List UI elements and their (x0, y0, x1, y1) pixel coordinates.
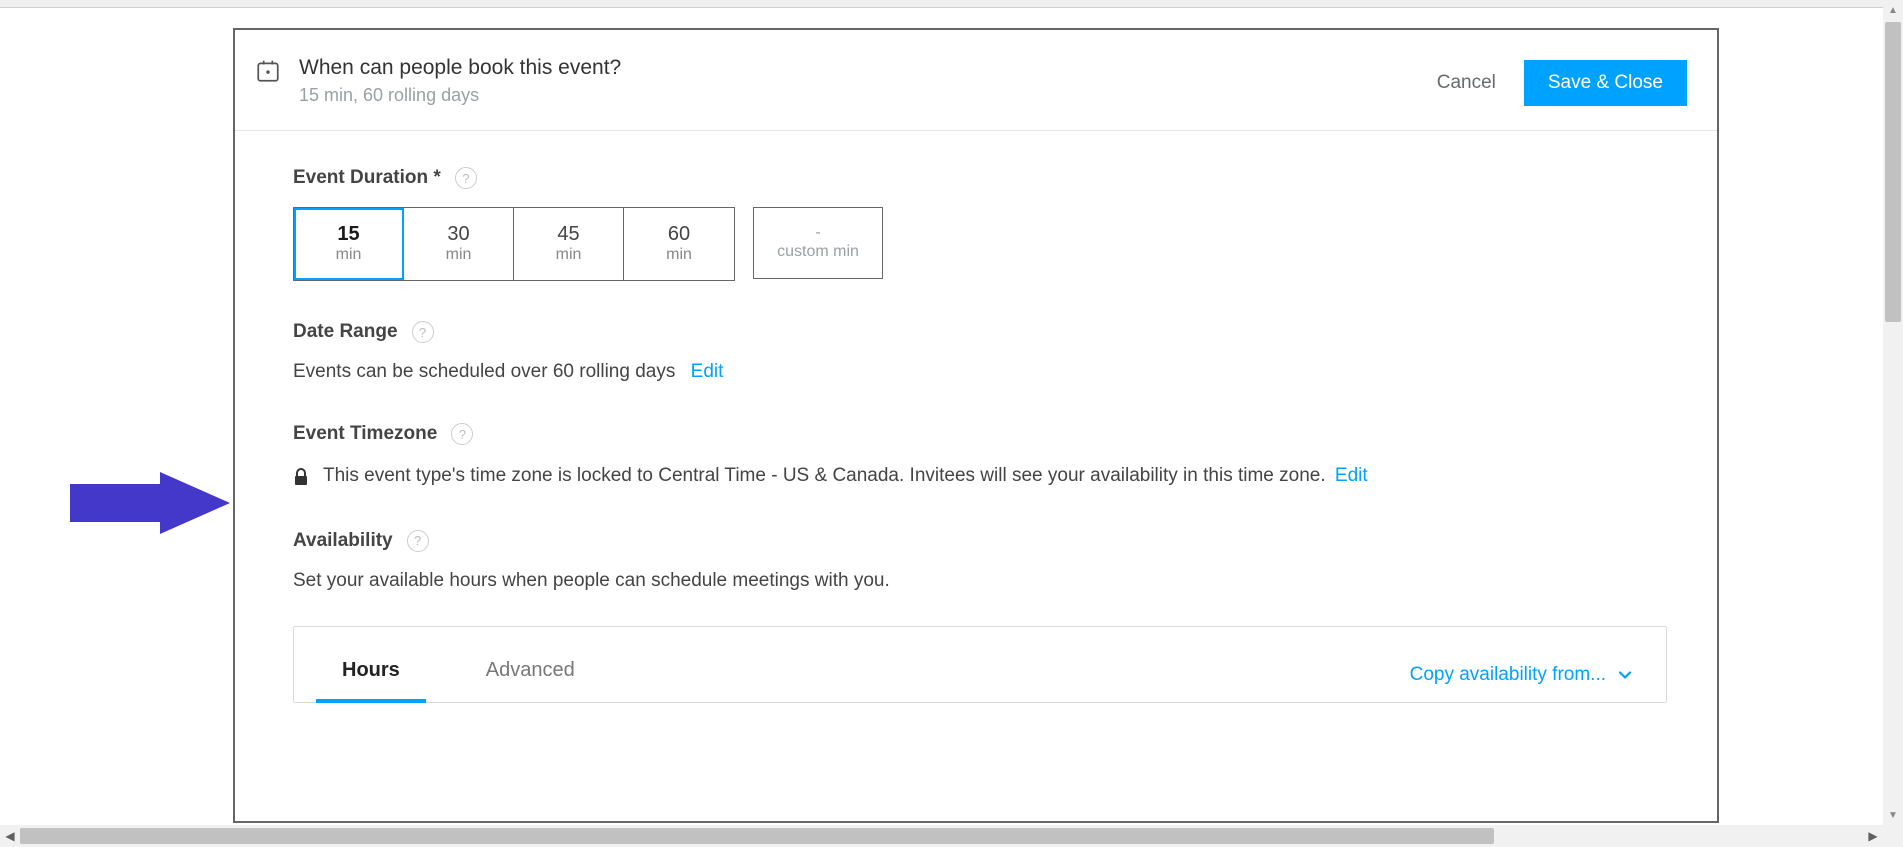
help-icon[interactable]: ? (412, 321, 434, 343)
booking-settings-panel: When can people book this event? 15 min,… (233, 28, 1719, 823)
save-close-button[interactable]: Save & Close (1524, 60, 1687, 106)
help-icon[interactable]: ? (451, 423, 473, 445)
availability-section: Availability ? Set your available hours … (293, 530, 1667, 703)
date-range-text: Events can be scheduled over 60 rolling … (293, 361, 675, 382)
copy-availability-dropdown[interactable]: Copy availability from... (1410, 664, 1632, 686)
event-duration-section: Event Duration * ? 15 min 30 min (293, 167, 1667, 281)
scroll-left-button[interactable]: ◀ (0, 825, 20, 847)
panel-subtitle: 15 min, 60 rolling days (299, 85, 1419, 106)
duration-option-15[interactable]: 15 min (294, 208, 404, 280)
timezone-edit-link[interactable]: Edit (1335, 465, 1368, 486)
event-timezone-label: Event Timezone (293, 423, 437, 445)
annotation-arrow (70, 472, 230, 534)
window-top-border (0, 0, 1903, 8)
availability-card: Hours Advanced Copy availability from... (293, 626, 1667, 703)
cancel-button[interactable]: Cancel (1437, 72, 1496, 94)
lock-icon (293, 468, 309, 486)
chevron-down-icon (1618, 668, 1632, 682)
duration-options-group: 15 min 30 min 45 min 60 (293, 207, 735, 281)
tab-advanced[interactable]: Advanced (478, 649, 583, 702)
event-duration-label: Event Duration * (293, 167, 441, 189)
timezone-text: This event type's time zone is locked to… (323, 465, 1326, 486)
availability-label: Availability (293, 530, 393, 552)
panel-header: When can people book this event? 15 min,… (235, 30, 1717, 131)
scroll-right-button[interactable]: ▶ (1863, 825, 1883, 847)
event-timezone-section: Event Timezone ? This event type's time … (293, 423, 1667, 490)
vertical-scroll-thumb[interactable] (1885, 22, 1901, 322)
tab-hours[interactable]: Hours (334, 649, 408, 702)
scroll-up-button[interactable]: ▲ (1883, 0, 1903, 20)
scrollbar-corner (1883, 825, 1903, 847)
scroll-down-button[interactable]: ▼ (1883, 805, 1903, 825)
horizontal-scroll-thumb[interactable] (20, 828, 1494, 844)
duration-option-30[interactable]: 30 min (404, 208, 514, 280)
panel-title: When can people book this event? (299, 54, 1419, 81)
help-icon[interactable]: ? (407, 530, 429, 552)
date-range-edit-link[interactable]: Edit (691, 361, 724, 382)
date-range-section: Date Range ? Events can be scheduled ove… (293, 321, 1667, 383)
date-range-label: Date Range (293, 321, 398, 343)
horizontal-scrollbar[interactable]: ◀ ▶ (0, 825, 1883, 847)
duration-option-45[interactable]: 45 min (514, 208, 624, 280)
duration-option-custom[interactable]: - custom min (753, 207, 883, 279)
calendar-icon (255, 58, 281, 84)
help-icon[interactable]: ? (455, 167, 477, 189)
duration-option-60[interactable]: 60 min (624, 208, 734, 280)
availability-text: Set your available hours when people can… (293, 570, 1667, 592)
vertical-scrollbar[interactable]: ▲ ▼ (1883, 0, 1903, 825)
